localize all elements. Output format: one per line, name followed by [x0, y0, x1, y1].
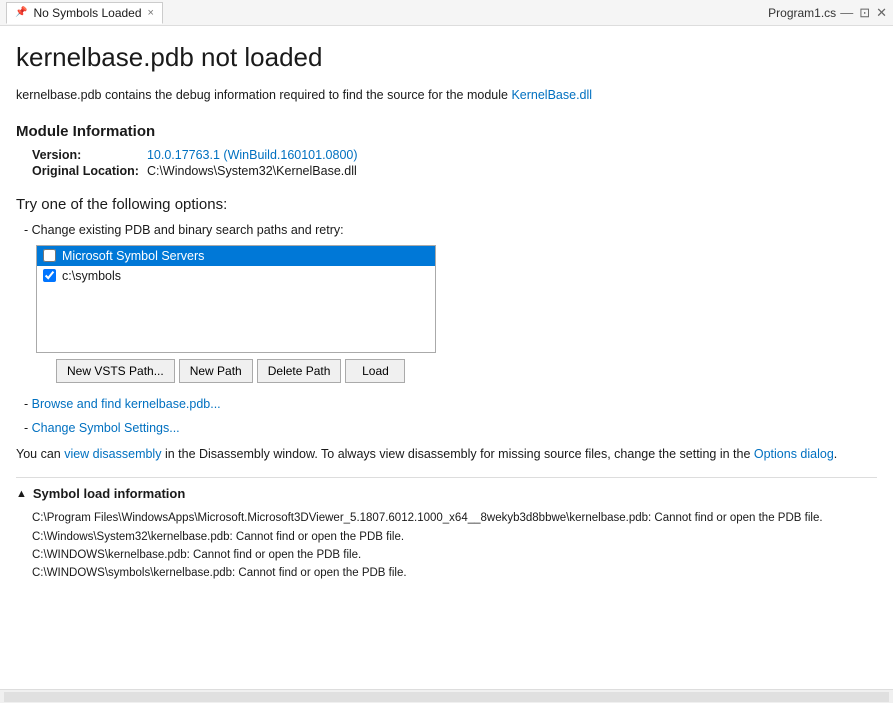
- symbol-log: C:\Program Files\WindowsApps\Microsoft.M…: [32, 509, 877, 583]
- load-button[interactable]: Load: [345, 359, 405, 383]
- close-window-icon[interactable]: ✕: [876, 5, 887, 21]
- options-title: Try one of the following options:: [16, 196, 877, 213]
- log-entry-4: C:\WINDOWS\symbols\kernelbase.pdb: Canno…: [32, 564, 877, 582]
- description-text: kernelbase.pdb contains the debug inform…: [16, 87, 877, 105]
- c-symbols-checkbox[interactable]: [43, 269, 56, 282]
- horizontal-scrollbar[interactable]: [4, 692, 889, 702]
- log-entry-2: C:\Windows\System32\kernelbase.pdb: Cann…: [32, 528, 877, 546]
- new-path-button[interactable]: New Path: [179, 359, 253, 383]
- bottom-scrollbar-bar: [0, 689, 893, 703]
- c-symbols-label: c:\symbols: [62, 269, 121, 283]
- browse-link-row: - Browse and find kernelbase.pdb...: [24, 397, 877, 411]
- tab-label: No Symbols Loaded: [33, 6, 141, 20]
- browse-dash: -: [24, 397, 32, 411]
- view-disassembly-link[interactable]: view disassembly: [64, 447, 161, 461]
- filename-label: Program1.cs: [768, 6, 836, 20]
- location-value: C:\Windows\System32\KernelBase.dll: [147, 164, 877, 178]
- change-path-section: - Change existing PDB and binary search …: [24, 223, 877, 237]
- options-dialog-link[interactable]: Options dialog: [754, 447, 834, 461]
- symbol-load-section: ▲ Symbol load information C:\Program Fil…: [16, 477, 877, 583]
- title-bar-right: Program1.cs — ⊡ ✕: [768, 5, 887, 21]
- symbol-dash: -: [24, 421, 32, 435]
- change-path-label: - Change existing PDB and binary search …: [24, 223, 877, 237]
- microsoft-servers-checkbox[interactable]: [43, 249, 56, 262]
- symbol-load-header[interactable]: ▲ Symbol load information: [16, 486, 877, 501]
- delete-path-button[interactable]: Delete Path: [257, 359, 342, 383]
- tab-no-symbols[interactable]: 📌 No Symbols Loaded ×: [6, 2, 163, 24]
- path-list[interactable]: Microsoft Symbol Servers c:\symbols: [36, 245, 436, 353]
- location-label: Original Location:: [32, 164, 139, 178]
- window-controls: — ⊡ ✕: [840, 5, 887, 21]
- module-info-title: Module Information: [16, 123, 877, 140]
- version-label: Version:: [32, 148, 139, 162]
- main-content: kernelbase.pdb not loaded kernelbase.pdb…: [0, 26, 893, 689]
- symbol-load-title: Symbol load information: [33, 486, 185, 501]
- module-name: KernelBase.dll: [511, 88, 592, 102]
- pin-icon: 📌: [15, 7, 27, 18]
- log-entry-1: C:\Program Files\WindowsApps\Microsoft.M…: [32, 509, 877, 527]
- disassembly-text: You can view disassembly in the Disassem…: [16, 445, 877, 464]
- maximize-icon[interactable]: ⊡: [859, 5, 870, 21]
- dash-icon: -: [24, 223, 32, 237]
- change-symbol-link[interactable]: Change Symbol Settings...: [32, 421, 180, 435]
- log-entry-3: C:\WINDOWS\kernelbase.pdb: Cannot find o…: [32, 546, 877, 564]
- minimize-icon[interactable]: —: [840, 5, 853, 20]
- module-info-grid: Version: 10.0.17763.1 (WinBuild.160101.0…: [32, 148, 877, 178]
- change-symbol-link-row: - Change Symbol Settings...: [24, 421, 877, 435]
- title-bar: 📌 No Symbols Loaded × Program1.cs — ⊡ ✕: [0, 0, 893, 26]
- tab-close-icon[interactable]: ×: [148, 7, 154, 19]
- browse-link[interactable]: Browse and find kernelbase.pdb...: [32, 397, 221, 411]
- path-item-c-symbols[interactable]: c:\symbols: [37, 266, 435, 286]
- path-buttons-row: New VSTS Path... New Path Delete Path Lo…: [56, 359, 877, 383]
- version-value: 10.0.17763.1 (WinBuild.160101.0800): [147, 148, 877, 162]
- page-title: kernelbase.pdb not loaded: [16, 42, 877, 73]
- path-item-microsoft[interactable]: Microsoft Symbol Servers: [37, 246, 435, 266]
- path-list-container: Microsoft Symbol Servers c:\symbols New …: [36, 245, 877, 383]
- microsoft-servers-label: Microsoft Symbol Servers: [62, 249, 204, 263]
- new-vsts-path-button[interactable]: New VSTS Path...: [56, 359, 175, 383]
- chevron-down-icon: ▲: [16, 488, 27, 500]
